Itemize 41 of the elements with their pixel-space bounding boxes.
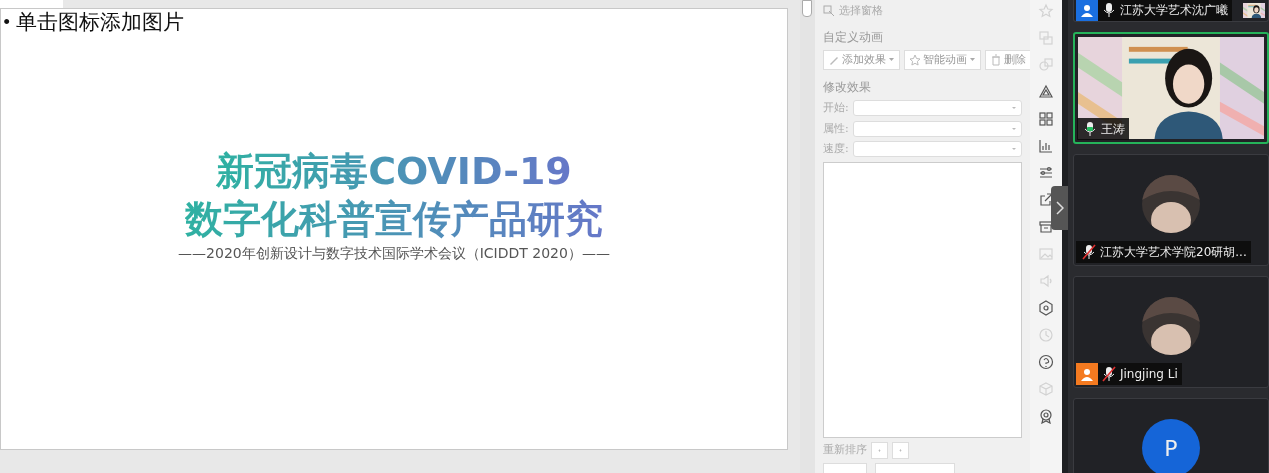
selection-pane-link[interactable]: 选择窗格 — [839, 3, 883, 20]
effect-button[interactable]: 添加效果 — [823, 49, 900, 70]
star-icon — [909, 53, 921, 66]
effect-button[interactable]: 删除 — [985, 49, 1030, 70]
reorder-up-button[interactable] — [871, 441, 888, 459]
triangle-icon[interactable] — [1038, 84, 1054, 100]
effects-list[interactable] — [823, 161, 1022, 438]
participant-name: Jingjing Li — [1120, 366, 1178, 383]
participant-name: 江苏大学艺术学院20研胡... — [1100, 244, 1247, 261]
bar-chart-icon[interactable] — [1038, 138, 1054, 154]
dropdown-field[interactable] — [852, 141, 1022, 158]
scrollbar-thumb[interactable] — [802, 0, 812, 17]
caret-icon — [1011, 105, 1017, 112]
field-label: 开始: — [823, 100, 849, 116]
caret-icon — [1011, 146, 1017, 153]
grid-icon[interactable] — [1038, 111, 1054, 127]
chevron-right-icon — [1055, 201, 1064, 215]
play-button[interactable] — [823, 462, 867, 473]
badge-icon[interactable] — [1038, 408, 1054, 424]
share-icon[interactable] — [1038, 192, 1054, 208]
participant-name: 江苏大学艺术沈广曦 — [1120, 2, 1228, 19]
dropdown-field[interactable] — [852, 100, 1022, 117]
help-icon[interactable] — [1038, 354, 1054, 370]
effect-button[interactable]: 智能动画 — [904, 49, 981, 70]
caret-icon — [1011, 125, 1017, 132]
play-button[interactable] — [875, 462, 955, 473]
archive-icon[interactable] — [1038, 219, 1054, 235]
slide-subtitle: ——2020年创新设计与数字技术国际学术会议（ICIDDT 2020）—— — [178, 244, 610, 263]
placeholder-text[interactable]: • 单击图标添加图片 — [3, 7, 184, 39]
field-label: 速度: — [823, 141, 849, 157]
hexagon-icon[interactable] — [1038, 300, 1054, 316]
avatar: P — [1142, 419, 1200, 473]
participant-name: 王涛 — [1101, 121, 1125, 138]
collapse-button[interactable] — [1051, 186, 1068, 230]
selection-pane-icon — [823, 5, 835, 18]
reorder-down-button[interactable] — [892, 441, 909, 459]
trash-icon — [990, 53, 1002, 66]
dropdown-field[interactable] — [852, 120, 1022, 137]
section-title: 自定义动画 — [823, 28, 884, 46]
section-title: 修改效果 — [823, 79, 872, 96]
sliders-icon[interactable] — [1038, 165, 1054, 181]
